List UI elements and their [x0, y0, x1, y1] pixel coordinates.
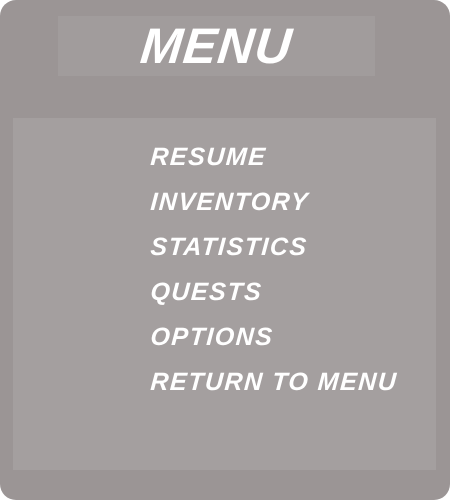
- menu-title-bar: MENU: [58, 16, 375, 76]
- menu-title: MENU: [137, 18, 296, 74]
- menu-item-quests[interactable]: QUESTS: [148, 277, 398, 322]
- menu-item-options[interactable]: OPTIONS: [148, 322, 398, 367]
- menu-panel: MENU RESUME INVENTORY STATISTICS QUESTS …: [0, 0, 450, 500]
- menu-items-panel: RESUME INVENTORY STATISTICS QUESTS OPTIO…: [13, 118, 436, 470]
- menu-item-return-to-menu[interactable]: RETURN TO MENU: [148, 367, 399, 412]
- menu-item-inventory[interactable]: INVENTORY: [148, 187, 398, 232]
- menu-item-resume[interactable]: RESUME: [148, 142, 398, 187]
- menu-item-statistics[interactable]: STATISTICS: [148, 232, 398, 277]
- menu-list: RESUME INVENTORY STATISTICS QUESTS OPTIO…: [148, 142, 399, 412]
